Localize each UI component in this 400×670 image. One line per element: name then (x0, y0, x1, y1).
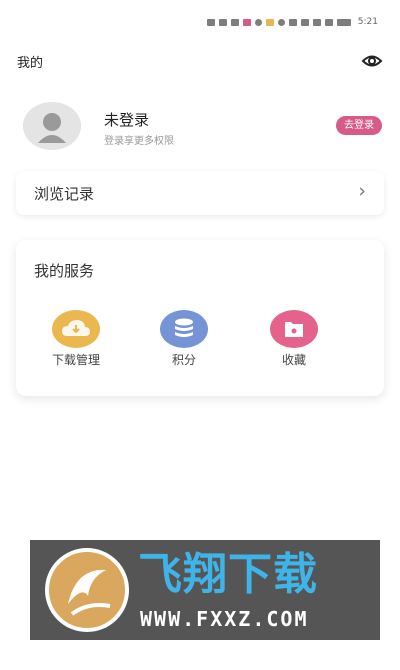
watermark-logo-icon (42, 544, 132, 636)
login-button[interactable]: 去登录 (336, 116, 382, 135)
username: 未登录 (104, 111, 150, 129)
user-subtitle: 登录享更多权限 (104, 136, 174, 147)
service-label: 下载管理 (51, 353, 100, 367)
signal-icon (324, 18, 333, 26)
profile-section: 未登录 登录享更多权限 去登录 (18, 102, 382, 154)
user-icon (23, 102, 81, 150)
services-title: 我的服务 (34, 262, 95, 280)
watermark-banner: 飞翔下载 WWW.FXXZ.COM (30, 540, 380, 640)
page-title: 我的 (17, 56, 44, 71)
notification-icon (242, 18, 251, 26)
battery-icon (336, 18, 351, 26)
browsing-history-row[interactable]: 浏览记录 › (16, 171, 384, 215)
notification-icon (254, 18, 262, 26)
services-card: 我的服务 下载管理 积分 收藏 (16, 240, 384, 396)
service-label: 收藏 (281, 353, 306, 367)
notification-icon (265, 18, 274, 26)
vibrate-icon (300, 18, 309, 26)
wifi-icon (277, 18, 285, 26)
service-label: 积分 (171, 353, 196, 367)
page-header: 我的 (17, 52, 383, 72)
favorites-folder-icon (270, 310, 318, 348)
eye-icon[interactable] (361, 52, 383, 70)
notification-icon (206, 18, 215, 26)
chevron-right-icon: › (358, 180, 366, 202)
service-points[interactable]: 积分 (144, 310, 224, 368)
watermark-url: WWW.FXXZ.COM (140, 607, 309, 631)
notification-icon (230, 18, 239, 26)
watermark-brand-text: 飞翔下载 (138, 549, 318, 600)
status-time: 5:21 (357, 17, 378, 27)
service-favorites[interactable]: 收藏 (254, 310, 334, 368)
download-cloud-icon (52, 310, 100, 348)
nfc-icon (288, 18, 297, 26)
status-icons: 5:21 (206, 17, 378, 27)
avatar[interactable] (23, 102, 81, 150)
browsing-history-label: 浏览记录 (34, 185, 95, 203)
notification-icon (218, 18, 227, 26)
signal-icon (312, 18, 321, 26)
service-download[interactable]: 下载管理 (36, 310, 116, 368)
status-bar: 5:21 (0, 0, 400, 40)
points-stack-icon (160, 310, 208, 348)
